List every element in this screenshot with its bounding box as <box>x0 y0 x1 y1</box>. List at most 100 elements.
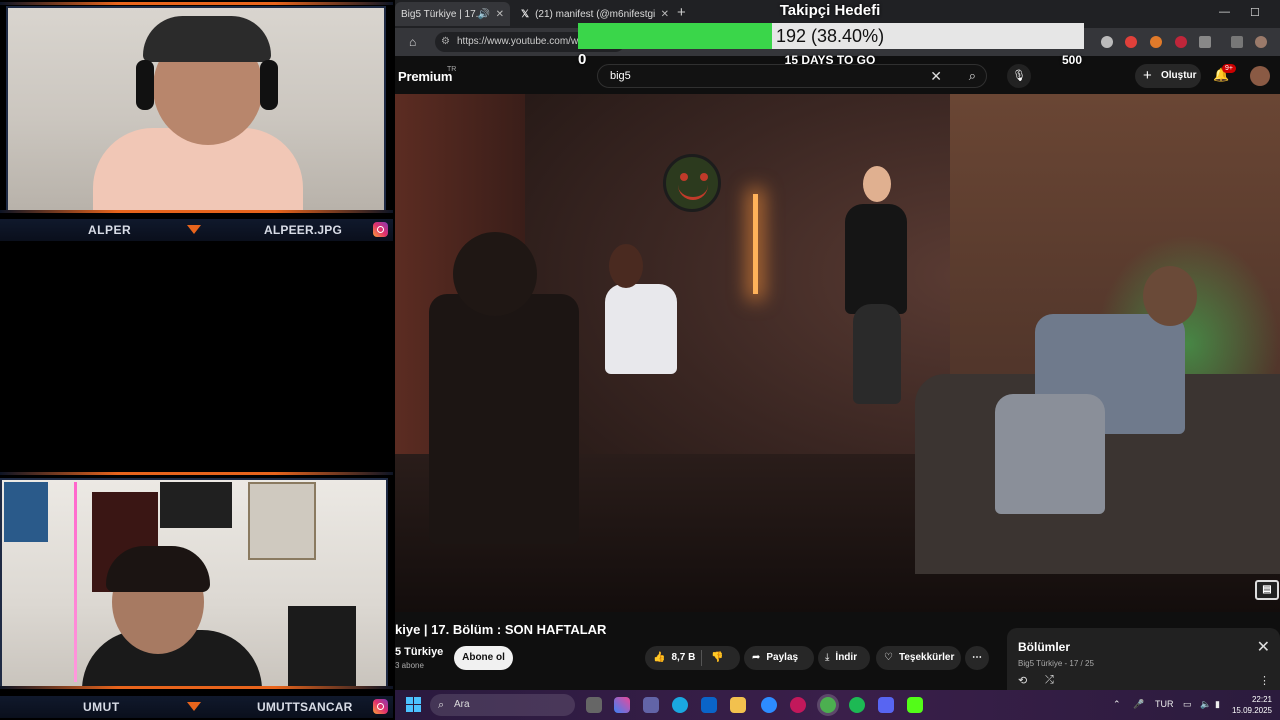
channel-name[interactable]: 5 Türkiye <box>395 646 443 658</box>
battery-icon[interactable]: ▮ <box>1215 699 1220 710</box>
copilot-icon[interactable] <box>614 697 630 713</box>
goal-days-left: 15 DAYS TO GO <box>784 53 876 67</box>
url-text: https://www.youtube.com/wa <box>457 36 584 47</box>
home-icon[interactable]: ⌂ <box>409 35 416 49</box>
frame-accent <box>0 686 393 689</box>
shield-icon[interactable] <box>1101 36 1113 48</box>
taskbar-search[interactable]: ⌕ Ara <box>430 694 575 716</box>
extension-icon[interactable] <box>1150 36 1162 48</box>
teams-icon[interactable] <box>643 697 659 713</box>
loop-icon[interactable]: ⟲ <box>1018 674 1027 687</box>
share-label: Paylaş <box>766 652 799 663</box>
close-icon[interactable]: ✕ <box>1257 637 1270 657</box>
goal-title: Takipçi Hedefi <box>779 2 881 19</box>
video-title: kiye | 17. Bölüm : SON HAFTALAR <box>395 622 607 637</box>
microphone-icon[interactable]: 🎤 <box>1133 699 1144 710</box>
download-button[interactable]: ⤓ İndir <box>818 646 870 670</box>
subscribe-button[interactable]: Abone ol <box>454 646 513 670</box>
goal-progress-bar: 192 (38.40%) <box>578 23 1084 49</box>
video-scene <box>429 294 579 544</box>
create-label: Oluştur <box>1161 70 1197 81</box>
thanks-button[interactable]: ♡ Teşekkürler <box>876 646 961 670</box>
follower-goal-widget: Takipçi Hedefi 192 (38.40%) 0 15 DAYS TO… <box>576 0 1084 70</box>
video-info: kiye | 17. Bölüm : SON HAFTALAR 5 Türkiy… <box>395 612 1280 690</box>
like-button[interactable]: 👍 8,7 B <box>653 646 695 670</box>
avatar[interactable] <box>1250 66 1270 86</box>
zoom-icon[interactable] <box>761 697 777 713</box>
menu-icon[interactable] <box>1231 36 1243 48</box>
headphones-icon <box>136 60 154 110</box>
tab-youtube[interactable]: Big5 Türkiye | 17. Bölüm 🔊 ✕ <box>395 2 510 26</box>
opera-icon[interactable] <box>790 697 806 713</box>
thumbs-up-icon: 👍 <box>653 652 666 663</box>
video-scene <box>605 284 677 374</box>
share-button[interactable]: ➦ Paylaş <box>744 646 814 670</box>
webcam-column: ALPER ALPEER.JPG UMUT UMUTTSANCAR <box>0 0 395 720</box>
goal-progress-text: 192 (38.40%) <box>776 26 885 46</box>
maximize-icon[interactable]: ☐ <box>1250 6 1260 19</box>
language-indicator[interactable]: TUR <box>1155 699 1174 709</box>
site-info-icon[interactable]: ⚙ <box>441 32 450 52</box>
clear-search-icon[interactable]: ✕ <box>930 68 942 85</box>
wall-poster <box>248 482 316 560</box>
tab-label: Big5 Türkiye | 17. Bölüm <box>401 8 479 20</box>
chevron-up-icon[interactable]: ⌃ <box>1113 699 1121 710</box>
extension-icon[interactable] <box>1175 36 1187 48</box>
wall-poster <box>160 482 232 528</box>
chair-back <box>288 606 356 686</box>
outlook-icon[interactable] <box>701 697 717 713</box>
streamer-name: UMUT <box>83 700 120 714</box>
divider <box>701 650 702 666</box>
overlay-badge-icon[interactable]: ▤ <box>1255 580 1279 600</box>
video-scene <box>853 304 901 404</box>
close-tab-icon[interactable]: ✕ <box>496 9 504 20</box>
download-icon: ⤓ <box>825 652 830 663</box>
task-view-icon[interactable] <box>586 697 602 713</box>
chrome-icon[interactable] <box>820 697 836 713</box>
network-icon[interactable]: ▭ <box>1183 699 1192 710</box>
subscriber-count: 3 abone <box>395 661 424 670</box>
like-dislike-group: 👍 8,7 B 👎 <box>645 646 740 670</box>
kick-icon[interactable] <box>907 697 923 713</box>
clock[interactable]: 22:21 15.09.2025 <box>1222 694 1272 716</box>
instagram-icon <box>373 699 388 714</box>
search-icon[interactable]: ⌕ <box>969 68 976 84</box>
folder-icon[interactable] <box>730 697 746 713</box>
create-button[interactable]: + Oluştur <box>1135 64 1201 88</box>
profile-icon[interactable] <box>1255 36 1267 48</box>
volume-icon[interactable]: 🔈 <box>1200 699 1211 710</box>
video-scene <box>995 394 1105 514</box>
screen: ALPER ALPEER.JPG UMUT UMUTTSANCAR Big5 T… <box>0 0 1280 720</box>
windows-start-icon[interactable] <box>406 697 422 713</box>
episodes-subtitle[interactable]: Big5 Türkiye - 17 / 25 <box>1018 659 1094 668</box>
more-actions-button[interactable]: ⋯ <box>965 646 989 670</box>
x-logo-icon: 𝕏 <box>521 8 530 20</box>
triangle-down-icon <box>187 225 201 234</box>
youtube-logo[interactable]: Premium <box>398 69 452 84</box>
search-input[interactable]: big5 <box>610 70 631 82</box>
shuffle-icon[interactable]: ⤮ <box>1045 674 1054 687</box>
frame-accent <box>0 472 393 475</box>
region-code: TR <box>447 66 457 73</box>
clock-date: 15.09.2025 <box>1231 706 1272 715</box>
extension-icon[interactable] <box>1125 36 1137 48</box>
dislike-button[interactable]: 👎 <box>711 646 723 670</box>
more-icon: ⋯ <box>972 652 982 663</box>
more-vertical-icon[interactable]: ⋮ <box>1259 674 1270 687</box>
download-label: İndir <box>835 652 858 663</box>
webcam-bottom-namebar: UMUT UMUTTSANCAR <box>0 696 393 718</box>
plus-icon: + <box>1143 67 1152 84</box>
video-scene <box>845 204 907 314</box>
thanks-label: Teşekkürler <box>898 652 955 663</box>
browser-window: Big5 Türkiye | 17. Bölüm 🔊 ✕ 𝕏 (21) mani… <box>395 0 1280 690</box>
video-player[interactable]: ▤ <box>395 94 1280 612</box>
discord-icon[interactable] <box>878 697 894 713</box>
puzzle-icon[interactable] <box>1199 36 1211 48</box>
speaker-icon[interactable]: 🔊 <box>478 9 490 20</box>
spotify-icon[interactable] <box>849 697 865 713</box>
hair <box>106 546 210 592</box>
frame-accent <box>0 2 393 5</box>
edge-icon[interactable] <box>672 697 688 713</box>
minimize-icon[interactable]: — <box>1219 6 1230 18</box>
webcam-top-namebar: ALPER ALPEER.JPG <box>0 219 393 241</box>
